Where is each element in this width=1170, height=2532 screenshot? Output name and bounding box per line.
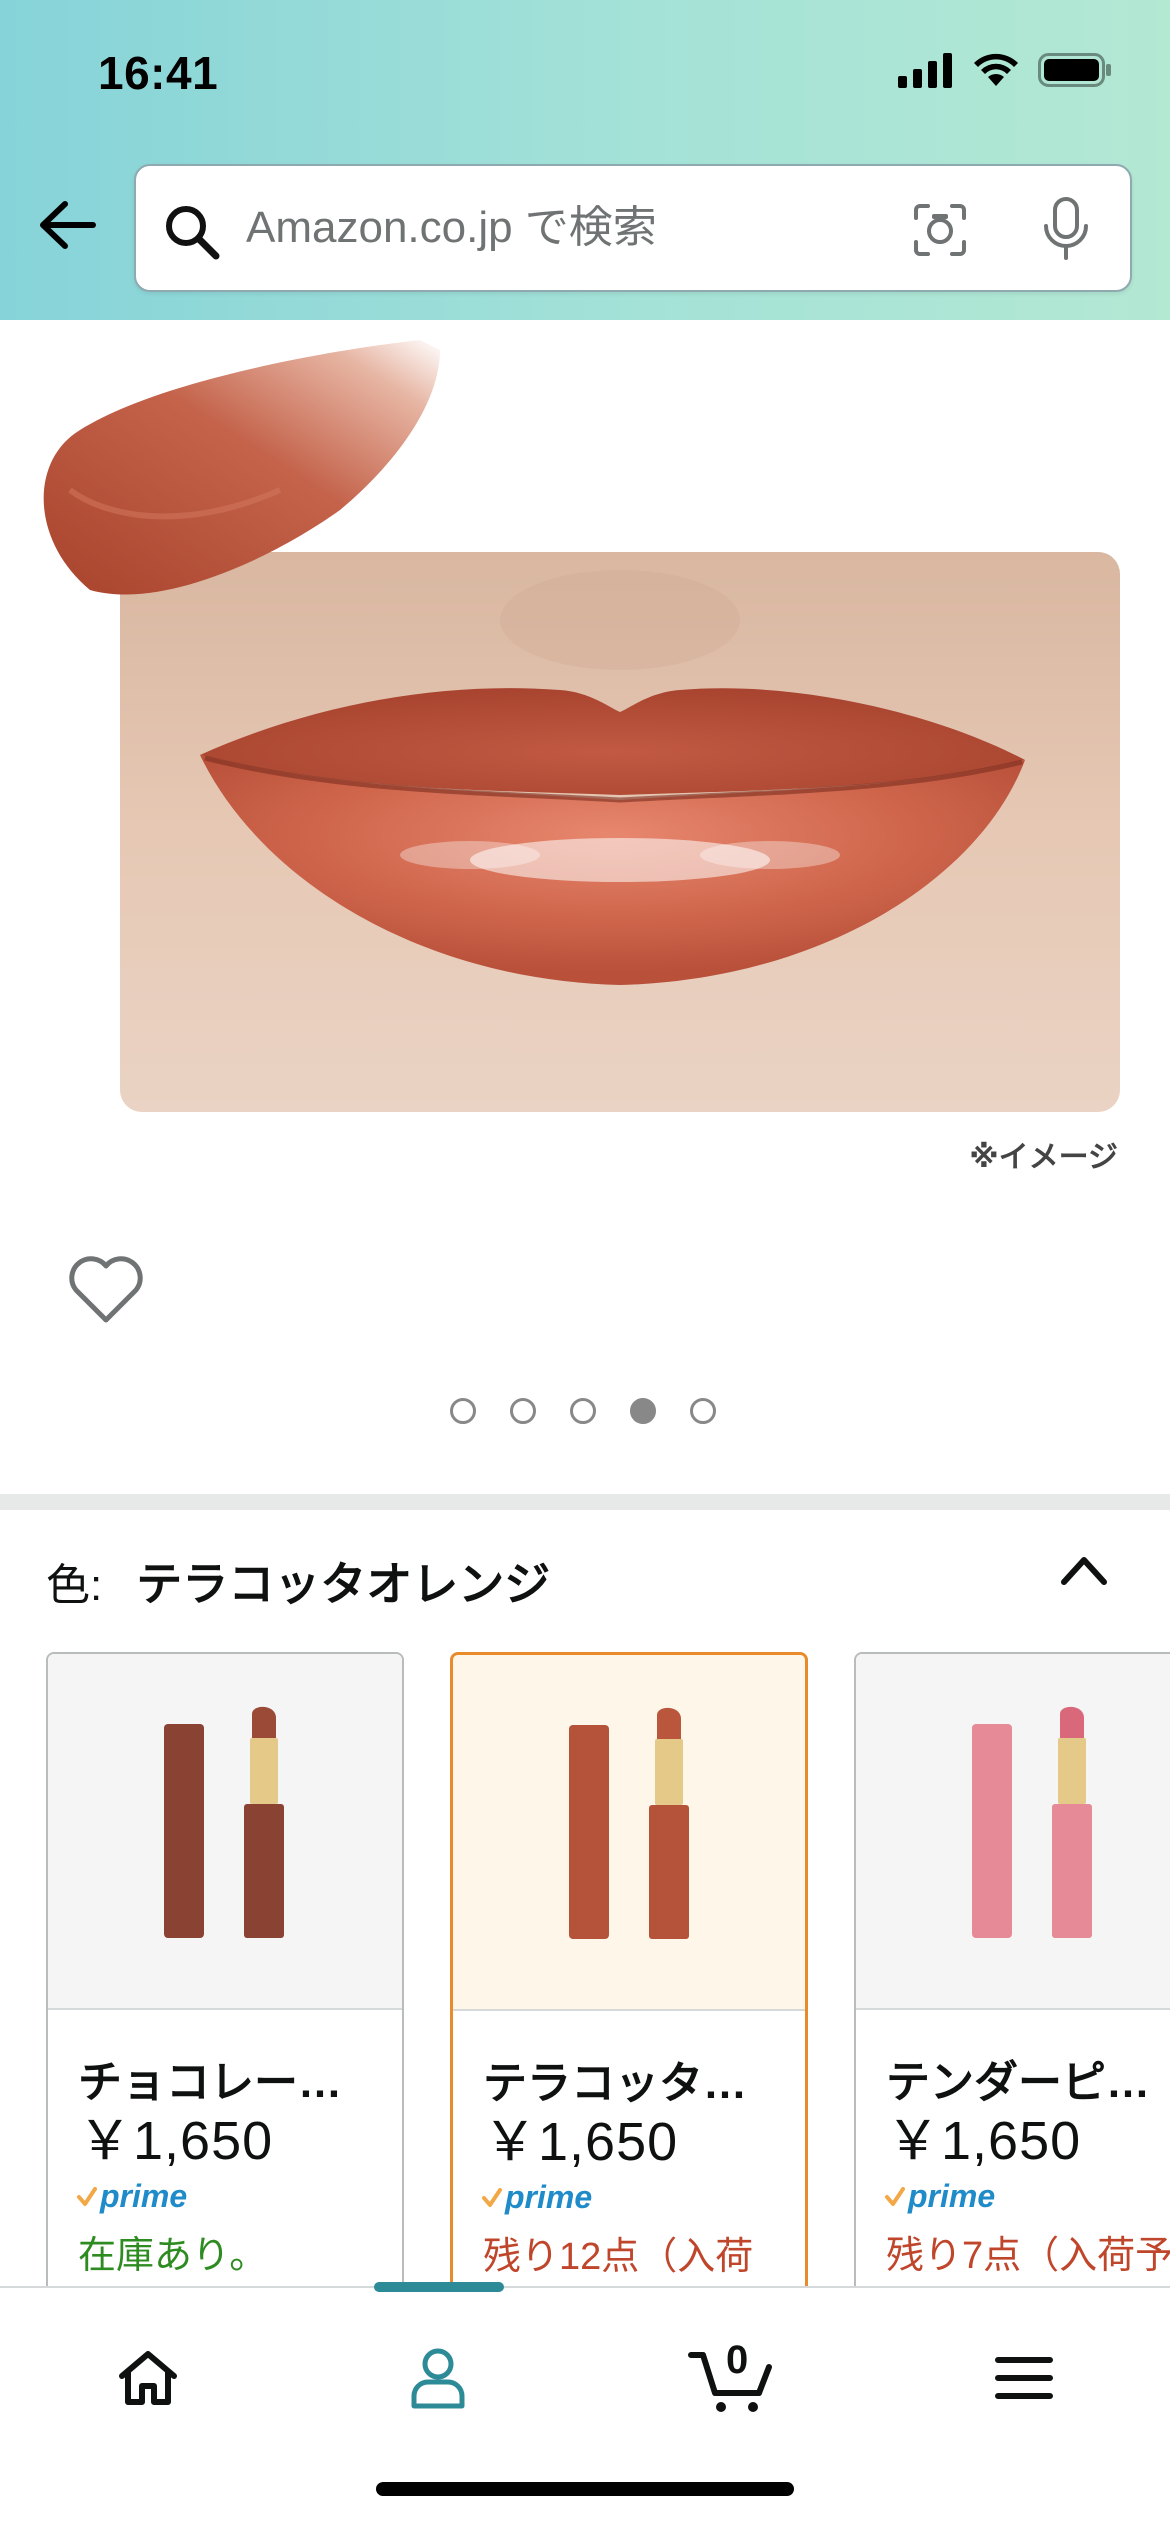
prime-badge: prime [884, 2178, 995, 2215]
prime-check-icon [885, 2186, 905, 2206]
swatch-price: ￥1,650 [886, 2111, 1082, 2171]
prime-check-icon [482, 2187, 502, 2207]
active-tab-indicator [374, 2282, 504, 2292]
lipstick-image [164, 1706, 284, 1938]
cart-count-badge: 0 [726, 2338, 749, 2382]
search-input[interactable] [246, 188, 806, 268]
menu-icon [995, 2357, 1053, 2399]
search-bar[interactable] [134, 164, 1132, 292]
swatch-price: ￥1,650 [78, 2111, 274, 2171]
heart-icon [69, 1256, 143, 1323]
section-divider [0, 1494, 1170, 1510]
color-swatch-tender-pink[interactable]: テンダーピ… ￥1,650 prime 残り7点（入荷予 [854, 1652, 1170, 2286]
nav-cart[interactable]: 0 [672, 2328, 792, 2428]
color-swatch-chocolate[interactable]: チョコレー… ￥1,650 prime 在庫あり。 [46, 1652, 404, 2286]
wishlist-button[interactable] [66, 1254, 146, 1326]
status-icons [898, 52, 1112, 88]
prime-label: prime [505, 2179, 593, 2215]
pagination-dot-active[interactable] [630, 1398, 656, 1424]
pagination-dot[interactable] [690, 1398, 716, 1424]
wifi-icon [974, 53, 1018, 86]
search-icon [166, 206, 220, 260]
stock-status: 残り7点（入荷予 [886, 2235, 1170, 2277]
color-swatch-terracotta[interactable]: テラコッタ… ￥1,650 prime 残り12点（入荷 [450, 1652, 808, 2286]
app-header: 16:41 [0, 0, 1170, 320]
microphone-icon[interactable] [1038, 196, 1094, 262]
swatch-price: ￥1,650 [483, 2112, 679, 2172]
camera-search-icon[interactable] [910, 200, 970, 260]
lipstick-lips-photo [43, 340, 1120, 1112]
stock-status: 残り12点（入荷 [483, 2236, 754, 2278]
pagination-dot[interactable] [570, 1398, 596, 1424]
prime-label: prime [908, 2178, 996, 2214]
prime-badge: prime [76, 2178, 187, 2215]
prime-badge: prime [481, 2179, 592, 2216]
pagination-dot[interactable] [450, 1398, 476, 1424]
home-icon [119, 2351, 177, 2405]
image-pagination [0, 1398, 1170, 1424]
stock-status: 在庫あり。 [78, 2235, 268, 2277]
swatch-image [856, 1654, 1170, 2010]
home-indicator [376, 2482, 794, 2496]
account-icon [411, 2348, 465, 2409]
back-button[interactable] [34, 192, 100, 258]
prime-check-icon [77, 2186, 97, 2206]
collapse-button[interactable] [1054, 1546, 1114, 1594]
nav-account[interactable] [378, 2328, 498, 2428]
image-disclaimer: ※イメージ [969, 1141, 1118, 1174]
color-swatch-list: チョコレー… ￥1,650 prime 在庫あり。 テラコッタ… ￥1,650 … [46, 1652, 1170, 2286]
color-label: 色: [46, 1561, 103, 1610]
lipstick-image [972, 1706, 1092, 1938]
pagination-dot[interactable] [510, 1398, 536, 1424]
signal-icon [898, 53, 952, 88]
battery-icon [1038, 53, 1111, 87]
nav-menu[interactable] [964, 2328, 1084, 2428]
product-image[interactable] [0, 320, 1170, 1220]
color-selector-header: 色: テラコッタオレンジ [46, 1548, 550, 1614]
selected-color-name: テラコッタオレンジ [136, 1558, 551, 1610]
nav-home[interactable] [88, 2328, 208, 2428]
back-arrow-icon [40, 201, 96, 249]
status-time: 16:41 [98, 47, 219, 99]
lipstick-image [569, 1707, 689, 1939]
prime-label: prime [100, 2178, 188, 2214]
swatch-image [453, 1655, 805, 2011]
chevron-up-icon [1061, 1557, 1107, 1585]
swatch-image [48, 1654, 402, 2010]
